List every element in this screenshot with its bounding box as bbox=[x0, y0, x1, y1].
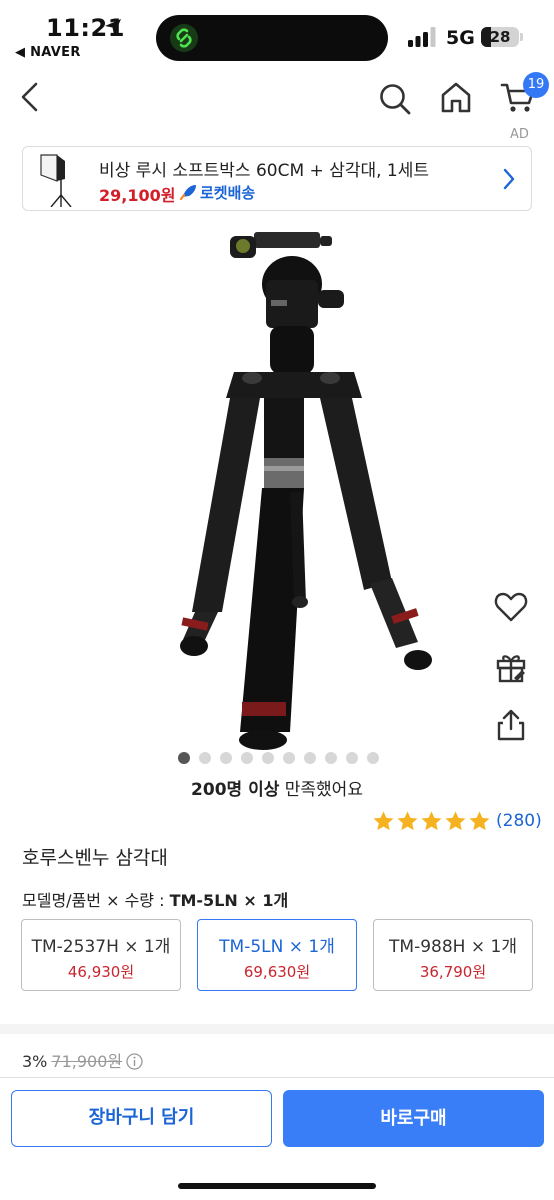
location-arrow-icon bbox=[105, 19, 121, 35]
heart-icon[interactable] bbox=[494, 590, 528, 624]
option-name: TM-5LN × 1개 bbox=[219, 937, 335, 957]
add-to-cart-button[interactable]: 장바구니 담기 bbox=[11, 1090, 272, 1147]
bottom-action-bar: 장바구니 담기 바로구매 bbox=[0, 1077, 554, 1200]
star-icon bbox=[397, 810, 418, 830]
option-name: TM-2537H × 1개 bbox=[31, 937, 171, 957]
option-label: 모델명/품번 × 수량 : bbox=[22, 891, 170, 910]
option-price: 36,790원 bbox=[419, 963, 487, 981]
option-price: 69,630원 bbox=[243, 963, 311, 981]
gallery-dot[interactable] bbox=[325, 752, 337, 764]
back-to-app-link[interactable]: ◀ NAVER bbox=[15, 45, 81, 60]
star-icon bbox=[469, 810, 490, 830]
network-type: 5G bbox=[446, 27, 475, 49]
battery-percent: 28 bbox=[489, 28, 511, 46]
discount-rate: 3% bbox=[22, 1052, 48, 1071]
star-icon bbox=[421, 810, 442, 830]
buy-now-button[interactable]: 바로구매 bbox=[283, 1090, 544, 1147]
gallery-dot[interactable] bbox=[367, 752, 379, 764]
chevron-right-icon bbox=[503, 168, 515, 190]
gallery-dot[interactable] bbox=[241, 752, 253, 764]
gift-icon[interactable] bbox=[494, 650, 528, 684]
satisfaction-suffix: 만족했어요 bbox=[279, 780, 363, 800]
option-price: 46,930원 bbox=[67, 963, 135, 981]
home-icon[interactable] bbox=[439, 81, 473, 115]
gallery-dot[interactable] bbox=[262, 752, 274, 764]
original-price: 71,900원 bbox=[51, 1052, 123, 1071]
gallery-dot[interactable] bbox=[178, 752, 190, 764]
gallery-pagination bbox=[178, 752, 379, 764]
satisfaction-count: 200명 이상 bbox=[191, 780, 280, 800]
softbox-thumbnail bbox=[40, 154, 72, 207]
product-image-tripod[interactable] bbox=[130, 222, 450, 752]
rocket-delivery-label: 로켓배송 bbox=[200, 184, 256, 202]
option-summary: 모델명/품번 × 수량 : TM-5LN × 1개 bbox=[22, 887, 288, 911]
info-icon[interactable] bbox=[126, 1053, 143, 1070]
star-icon bbox=[445, 810, 466, 830]
gallery-dot[interactable] bbox=[220, 752, 232, 764]
ad-title: 비상 루시 소프트박스 60CM + 삼각대, 1세트 bbox=[99, 161, 430, 181]
search-icon[interactable] bbox=[378, 82, 412, 116]
gallery-dot[interactable] bbox=[304, 752, 316, 764]
option-card-tm-988h[interactable]: TM-988H × 1개 36,790원 bbox=[373, 919, 533, 991]
gallery-dot[interactable] bbox=[199, 752, 211, 764]
gallery-dot[interactable] bbox=[346, 752, 358, 764]
rating-stars bbox=[372, 810, 491, 833]
battery-cap bbox=[520, 33, 523, 41]
home-indicator[interactable] bbox=[178, 1183, 376, 1189]
rating-row[interactable]: (280) bbox=[372, 808, 542, 834]
satisfaction-text: 200명 이상 만족했어요 bbox=[0, 775, 554, 800]
back-chevron-icon[interactable] bbox=[18, 82, 42, 112]
option-selected: TM-5LN × 1개 bbox=[169, 891, 289, 910]
gallery-dot[interactable] bbox=[283, 752, 295, 764]
discount-row: 3% 71,900원 bbox=[22, 1048, 143, 1072]
product-title: 호루스벤누 삼각대 bbox=[22, 847, 168, 869]
rocket-delivery-badge: 로켓배송 bbox=[179, 182, 255, 203]
option-card-tm-2537h[interactable]: TM-2537H × 1개 46,930원 bbox=[21, 919, 181, 991]
option-name: TM-988H × 1개 bbox=[389, 937, 517, 957]
option-card-tm-5ln[interactable]: TM-5LN × 1개 69,630원 bbox=[197, 919, 357, 991]
rocket-icon bbox=[179, 185, 196, 200]
link-icon bbox=[170, 24, 198, 52]
cart-count-badge: 19 bbox=[523, 72, 549, 98]
ad-banner[interactable]: 비상 루시 소프트박스 60CM + 삼각대, 1세트 29,100원 로켓배송 bbox=[22, 146, 532, 211]
status-bar: 11:21 ◀ NAVER 5G 28 bbox=[0, 0, 554, 68]
battery-icon: 28 bbox=[481, 27, 519, 47]
review-count-link[interactable]: (280) bbox=[496, 811, 542, 831]
ad-price: 29,100원 bbox=[99, 186, 176, 205]
star-icon bbox=[373, 810, 394, 830]
ad-label: AD bbox=[510, 127, 529, 142]
signal-icon bbox=[408, 27, 436, 47]
section-divider bbox=[0, 1024, 554, 1034]
share-icon[interactable] bbox=[494, 708, 528, 742]
